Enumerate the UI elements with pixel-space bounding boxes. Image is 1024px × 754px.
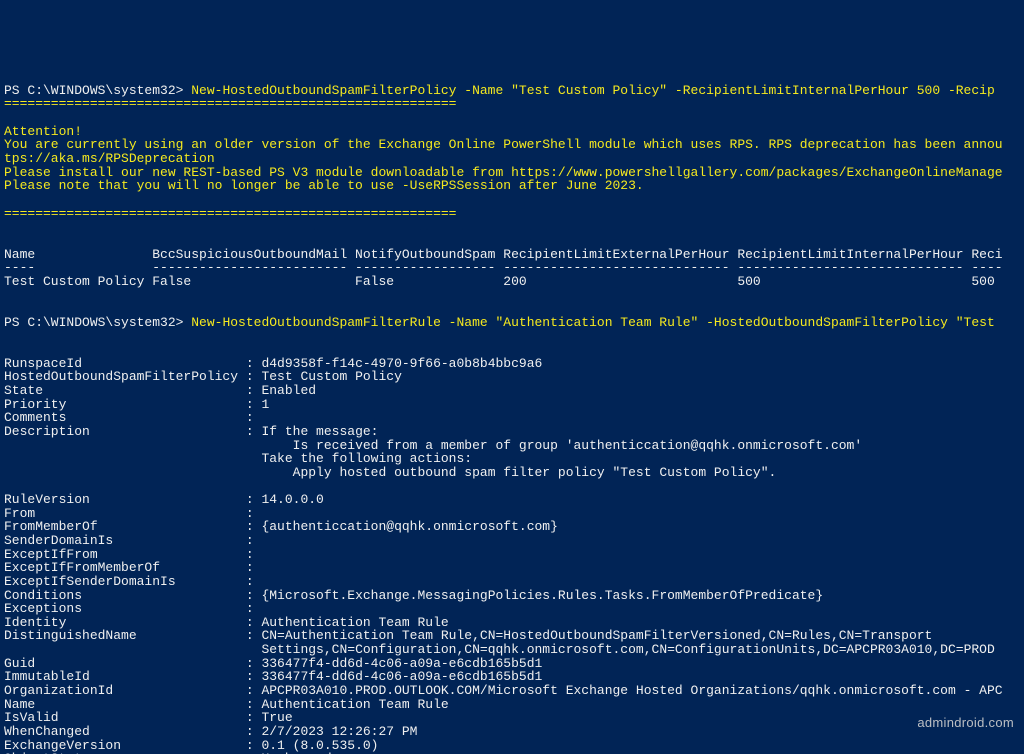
terminal-output[interactable]: PS C:\WINDOWS\system32> New-HostedOutbou… [0,68,1024,754]
prop-objectstate: ObjectState : Unchanged [4,751,332,754]
prop-description-l4: Apply hosted outbound spam filter policy… [4,465,776,480]
banner-line-5: Please note that you will no longer be a… [4,178,644,193]
command-2: New-HostedOutboundSpamFilterRule -Name "… [191,315,1002,330]
watermark: admindroid.com [917,716,1014,730]
prompt-2: PS C:\WINDOWS\system32> [4,315,191,330]
table-row: Test Custom Policy False False 200 500 5… [4,274,995,289]
banner-separator-top: ========================================… [4,96,456,111]
banner-separator-bottom: ========================================… [4,206,456,221]
